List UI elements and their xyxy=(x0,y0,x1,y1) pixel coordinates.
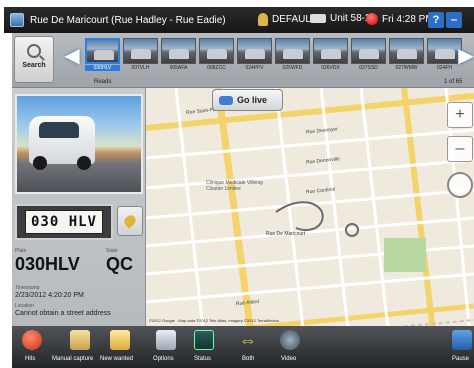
options-button-label[interactable]: Options xyxy=(153,356,174,362)
status-icon[interactable] xyxy=(194,330,214,350)
plate-number: 030HLV xyxy=(15,254,80,274)
next-arrow-icon[interactable]: ▶ xyxy=(458,45,474,67)
read-thumbnail[interactable]: 026VDX xyxy=(313,38,348,73)
read-timestamp: 2/23/2012 4:20:20 PM xyxy=(15,292,84,299)
status-button-label[interactable]: Status xyxy=(194,356,211,362)
pause-button-label[interactable]: Pause xyxy=(452,356,469,362)
read-details-panel: 030 HLV Plate 030HLV State QC Timestamp … xyxy=(12,88,146,356)
search-button[interactable]: Search xyxy=(14,36,54,83)
unit-indicator[interactable]: Unit 58-2 xyxy=(310,13,371,24)
map-place-label: Clinique Medicale Villeray Cloutier Limi… xyxy=(206,180,264,192)
map-copyright: ©2012 Google - Map data ©2012 Tele Atlas… xyxy=(149,318,279,323)
clock-indicator[interactable]: Fri 4:28 PM xyxy=(366,13,434,25)
reads-filmstrip: Search ◀ 030HLV 007VLH 005AFA 006ZCC 024… xyxy=(12,33,474,88)
go-live-label: Go live xyxy=(237,95,268,105)
car-icon xyxy=(219,95,233,105)
timestamp-label: Timestamp xyxy=(15,285,40,291)
location-label: Location xyxy=(15,303,34,309)
compass-icon[interactable] xyxy=(447,172,473,198)
plate-state: QC xyxy=(106,254,133,274)
read-location: Cannot obtain a street address xyxy=(15,310,111,317)
read-thumbnail[interactable]: 006ZCC xyxy=(199,38,234,73)
go-live-button[interactable]: Go live xyxy=(212,89,283,111)
zoom-out-button[interactable]: – xyxy=(447,136,473,162)
video-icon[interactable] xyxy=(280,330,300,350)
current-location: Rue De Maricourt (Rue Hadley - Rue Eadie… xyxy=(30,14,226,26)
previous-arrow-icon[interactable]: ◀ xyxy=(64,45,80,67)
read-thumbnail[interactable]: 027SSD xyxy=(351,38,386,73)
thumbnail-strip: 030HLV 007VLH 005AFA 006ZCC 024PFV 025WF… xyxy=(85,38,462,73)
map-street-label: Rue De Maricourt xyxy=(266,231,306,237)
search-button-label: Search xyxy=(22,62,46,69)
read-thumbnail[interactable]: 024FH xyxy=(427,38,462,73)
read-thumbnail[interactable]: 005AFA xyxy=(161,38,196,73)
plate-image-text: 030 HLV xyxy=(25,210,103,234)
user-indicator[interactable]: DEFAULT xyxy=(258,13,316,26)
clock-time: Fri 4:28 PM xyxy=(382,13,434,25)
search-icon xyxy=(27,44,41,58)
app-logo-icon xyxy=(10,13,24,27)
reads-label: Reads xyxy=(94,79,112,85)
locate-on-map-button[interactable] xyxy=(117,206,143,236)
manual-capture-icon[interactable] xyxy=(70,330,90,350)
read-count: 1 of 65 xyxy=(444,79,463,85)
user-icon xyxy=(258,13,268,26)
read-thumbnail[interactable]: 027WMW xyxy=(389,38,424,73)
read-thumbnail[interactable]: 025WFD xyxy=(275,38,310,73)
manual-capture-button-label[interactable]: Manual capture xyxy=(52,356,93,362)
new-wanted-button-label[interactable]: New wanted xyxy=(100,356,133,362)
alert-icon xyxy=(366,13,378,25)
map-pin-icon xyxy=(122,213,138,229)
help-button[interactable]: ? xyxy=(428,12,444,28)
unit-name: Unit 58-2 xyxy=(330,13,371,24)
map-view[interactable]: Rue De Maricourt Rue Saint-Patrick Rue D… xyxy=(146,88,474,356)
minimize-button[interactable]: – xyxy=(446,12,462,28)
read-thumbnail[interactable]: 030HLV xyxy=(85,38,120,73)
title-bar: Rue De Maricourt (Rue Hadley - Rue Eadie… xyxy=(4,7,474,33)
zoom-in-button[interactable]: + xyxy=(447,102,473,128)
video-button-label[interactable]: Video xyxy=(281,356,296,362)
pause-icon[interactable] xyxy=(452,330,472,350)
both-directions-icon[interactable]: ⇔ xyxy=(238,330,258,350)
plate-image[interactable]: 030 HLV xyxy=(15,204,113,240)
read-thumbnail[interactable]: 024PFV xyxy=(237,38,272,73)
both-button-label[interactable]: Both xyxy=(242,356,254,362)
read-thumbnail[interactable]: 007VLH xyxy=(123,38,158,73)
vehicle-icon xyxy=(310,14,326,23)
hits-button-label[interactable]: Hits xyxy=(25,356,35,362)
options-icon[interactable] xyxy=(156,330,176,350)
new-wanted-icon[interactable] xyxy=(110,330,130,350)
vehicle-photo[interactable] xyxy=(15,94,143,194)
hits-icon[interactable] xyxy=(22,330,42,350)
